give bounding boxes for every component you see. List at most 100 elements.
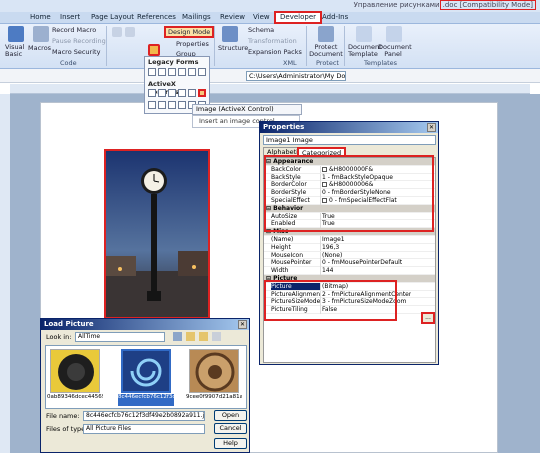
close-icon[interactable]: ✕ — [427, 123, 436, 132]
file-label-1[interactable]: 0ab89346dcec44569d... — [47, 394, 103, 406]
tab-review[interactable]: Review — [220, 13, 245, 21]
tooltip-title: Image (ActiveX Control) — [192, 104, 302, 115]
image-control-icon[interactable] — [198, 89, 206, 97]
property-name: Width — [271, 267, 321, 275]
option-control-icon[interactable] — [178, 89, 186, 97]
legacy-shading-icon[interactable] — [188, 68, 196, 76]
property-value[interactable]: 144 — [322, 267, 333, 275]
document-panel-button[interactable]: Document Panel — [378, 44, 412, 58]
property-value[interactable]: 0 - fmMousePointerDefault — [322, 259, 402, 267]
property-value-text: 196,3 — [322, 243, 340, 251]
tab-insert[interactable]: Insert — [60, 13, 80, 21]
cancel-button[interactable]: Cancel — [214, 423, 247, 434]
property-row[interactable]: Height 196,3 — [264, 243, 435, 252]
back-icon[interactable] — [173, 332, 182, 341]
ribbon-tabs: Home Insert Page Layout References Maili… — [0, 11, 540, 24]
tab-home[interactable]: Home — [30, 13, 51, 21]
design-mode-button[interactable]: Design Mode — [164, 26, 215, 38]
tab-mailings[interactable]: Mailings — [182, 13, 211, 21]
text-control-icon[interactable] — [112, 27, 122, 37]
structure-icon[interactable] — [222, 26, 238, 42]
highlight-picture — [264, 280, 397, 321]
object-selector[interactable]: Image1 Image — [263, 135, 436, 145]
macros-button[interactable]: Macros — [28, 44, 51, 52]
help-button[interactable]: Help — [214, 438, 247, 449]
tab-page-layout[interactable]: Page Layout — [91, 13, 134, 21]
legacy-frame-icon[interactable] — [178, 68, 186, 76]
new-folder-icon[interactable] — [199, 332, 208, 341]
file-list: 0ab89346dcec44569d... 8c446ecfcb76c12f3d… — [45, 345, 247, 409]
pause-recording-button[interactable]: Pause Recording — [52, 37, 106, 45]
picture-browse-button[interactable]: ... — [421, 312, 435, 324]
toggle-control-icon[interactable] — [158, 101, 166, 109]
look-in-select[interactable]: AllTime — [75, 332, 165, 342]
property-row[interactable]: Width 144 — [264, 267, 435, 275]
property-value[interactable]: 196,3 — [322, 244, 339, 252]
file-thumbnail-1[interactable] — [50, 349, 100, 393]
combobox-control-icon[interactable] — [148, 101, 156, 109]
views-icon[interactable] — [212, 332, 221, 341]
file-thumbnail-2[interactable] — [121, 349, 171, 393]
document-template-button[interactable]: Document Template — [348, 44, 382, 58]
file-label-2[interactable]: 8c446ecfcb76c12f3df49e2b0892a911.jpg — [118, 394, 174, 406]
legacy-dropdown-icon[interactable] — [168, 68, 176, 76]
property-name: (Name) — [271, 235, 321, 244]
ribbon-separator — [344, 26, 345, 66]
property-name: MouseIcon — [271, 251, 321, 260]
properties-button[interactable]: Properties — [176, 40, 209, 48]
ribbon: Visual Basic Macros Record Macro Pause R… — [0, 24, 540, 69]
visual-basic-button[interactable]: Visual Basic — [5, 44, 27, 58]
visual-basic-icon[interactable] — [8, 26, 24, 42]
listbox-control-icon[interactable] — [188, 89, 196, 97]
property-name: Height — [271, 243, 321, 252]
files-of-type-label: Files of type: — [46, 425, 88, 433]
property-name: MousePointer — [271, 259, 321, 267]
up-folder-icon[interactable] — [186, 332, 195, 341]
open-button[interactable]: Open — [214, 410, 247, 421]
schema-button[interactable]: Schema — [248, 26, 274, 34]
legacy-text-icon[interactable] — [148, 68, 156, 76]
transformation-button[interactable]: Transformation — [248, 37, 297, 45]
files-of-type-select[interactable]: All Picture Files — [83, 424, 205, 434]
protect-document-icon[interactable] — [318, 26, 334, 42]
property-row[interactable]: MousePointer 0 - fmMousePointerDefault — [264, 259, 435, 268]
vertical-ruler[interactable] — [0, 94, 10, 453]
close-icon[interactable]: ✕ — [238, 320, 247, 329]
tab-developer[interactable]: Developer — [274, 11, 323, 24]
horizontal-ruler[interactable] — [10, 84, 530, 94]
legacy-checkbox-icon[interactable] — [158, 68, 166, 76]
highlight-appearance-behavior — [264, 155, 434, 232]
legacy-tools-icon[interactable] — [148, 44, 160, 56]
property-value-text: 0 - fmMousePointerDefault — [322, 259, 403, 267]
file-label-3[interactable]: 9cee0f9907d21a81ace2... — [186, 394, 242, 406]
button-control-icon[interactable] — [168, 89, 176, 97]
protect-group-label: Protect — [316, 59, 339, 67]
code-group-label: Code — [60, 59, 77, 67]
textbox-control-icon[interactable] — [158, 89, 166, 97]
tab-view[interactable]: View — [253, 13, 270, 21]
structure-button[interactable]: Structure — [218, 44, 248, 52]
macro-security-button[interactable]: Macro Security — [52, 48, 100, 56]
macros-icon[interactable] — [33, 26, 49, 42]
record-macro-button[interactable]: Record Macro — [52, 26, 96, 34]
spin-control-icon[interactable] — [168, 101, 176, 109]
image-control[interactable] — [104, 149, 210, 319]
picture-control-icon[interactable] — [125, 27, 135, 37]
document-panel-icon[interactable] — [386, 26, 402, 42]
document-template-icon[interactable] — [356, 26, 372, 42]
property-value[interactable]: (None) — [322, 252, 342, 260]
file-thumbnail-3[interactable] — [189, 349, 239, 393]
tab-add-ins[interactable]: Add-Ins — [322, 13, 348, 21]
path-field[interactable]: C:\Users\Administrator\My Docu — [246, 71, 346, 81]
scrollbar-control-icon[interactable] — [178, 101, 186, 109]
legacy-reset-icon[interactable] — [198, 68, 206, 76]
property-row[interactable]: (Name) Image1 — [264, 235, 435, 244]
tab-references[interactable]: References — [137, 13, 176, 21]
expansion-packs-button[interactable]: Expansion Packs — [248, 48, 302, 56]
checkbox-control-icon[interactable] — [148, 89, 156, 97]
file-name-input[interactable]: 8c446ecfcb76c12f3df49e2b0892a911.jpg — [83, 411, 205, 421]
property-value[interactable]: Image1 — [322, 236, 345, 244]
dialog-toolbar — [173, 332, 243, 342]
property-row[interactable]: MouseIcon (None) — [264, 251, 435, 260]
protect-document-button[interactable]: Protect Document — [308, 44, 344, 58]
